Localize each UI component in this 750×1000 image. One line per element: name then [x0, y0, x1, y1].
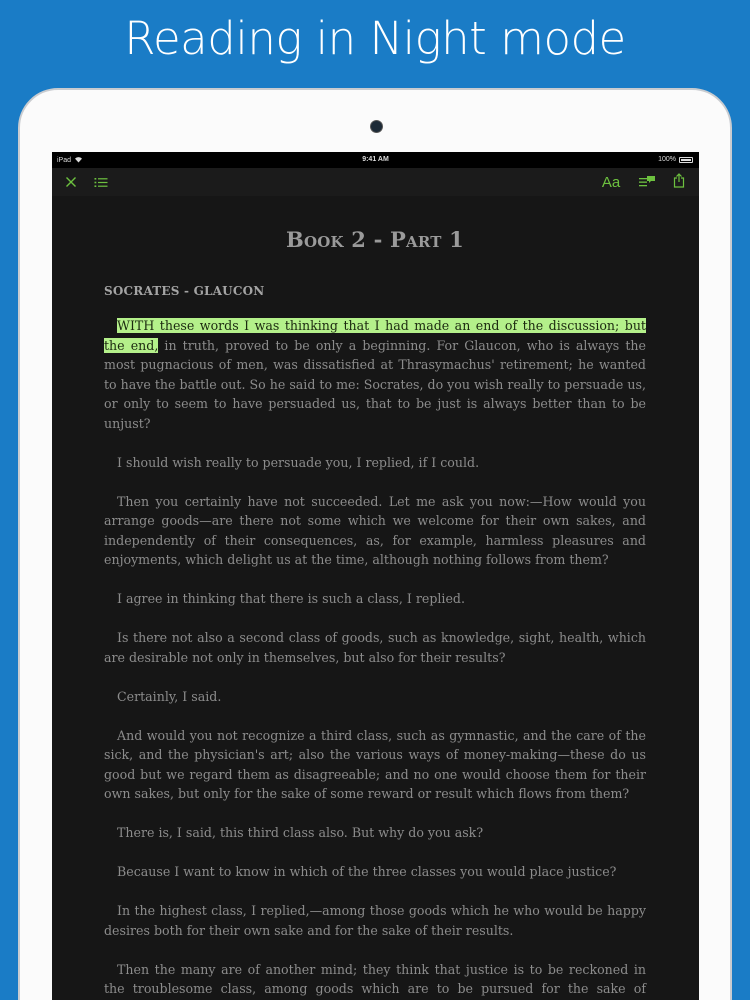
share-icon: [673, 172, 685, 192]
paragraph: I agree in thinking that there is such a…: [117, 591, 465, 606]
section-heading: SOCRATES - GLAUCON: [104, 283, 265, 298]
contents-list-icon: [94, 173, 108, 192]
paragraph: Because I want to know in which of the t…: [117, 864, 617, 879]
paragraph: I should wish really to persuade you, I …: [117, 454, 480, 470]
notes-button[interactable]: [636, 170, 658, 194]
paragraph: Then the many are of another mind; they …: [104, 961, 646, 997]
status-bar: iPad 9:41 AM 100%: [52, 152, 699, 168]
paragraph: And would you not recognize a third clas…: [104, 727, 646, 802]
reader-screen: iPad 9:41 AM 100% Aa Book 2 - Part 1 SOC…: [52, 152, 699, 1000]
paragraph: Is there not also a second class of good…: [104, 630, 646, 665]
close-icon: [65, 173, 77, 192]
promo-banner-title: Reading in Night mode: [124, 12, 626, 65]
share-button[interactable]: [669, 170, 689, 194]
close-button[interactable]: [62, 170, 80, 194]
font-settings-icon: Aa: [602, 174, 620, 191]
paragraph: In the highest class, I replied,—among t…: [104, 903, 646, 938]
font-settings-label: Aa: [601, 173, 621, 191]
paragraph: Then you certainly have not succeeded. L…: [104, 493, 646, 568]
paragraph: There is, I said, this third class also.…: [117, 825, 484, 840]
battery-percent: 100%: [658, 156, 676, 163]
camera-dot: [370, 120, 383, 133]
battery-icon: [679, 156, 693, 163]
paragraph-text: in truth, proved to be only a beginning.…: [104, 337, 646, 431]
paragraph: Certainly, I said.: [117, 688, 222, 704]
font-settings-button[interactable]: Aa: [600, 170, 622, 194]
contents-button[interactable]: [92, 170, 110, 194]
reader-toolbar: Aa: [52, 168, 699, 196]
chapter-title: Book 2 - Part 1: [286, 227, 464, 252]
notes-icon: [638, 173, 656, 192]
status-time: 9:41 AM: [362, 156, 389, 163]
reading-pane[interactable]: Book 2 - Part 1 SOCRATES - GLAUCON WITH …: [104, 196, 646, 1000]
paragraph: WITH these words I was thinking that I h…: [104, 316, 646, 433]
